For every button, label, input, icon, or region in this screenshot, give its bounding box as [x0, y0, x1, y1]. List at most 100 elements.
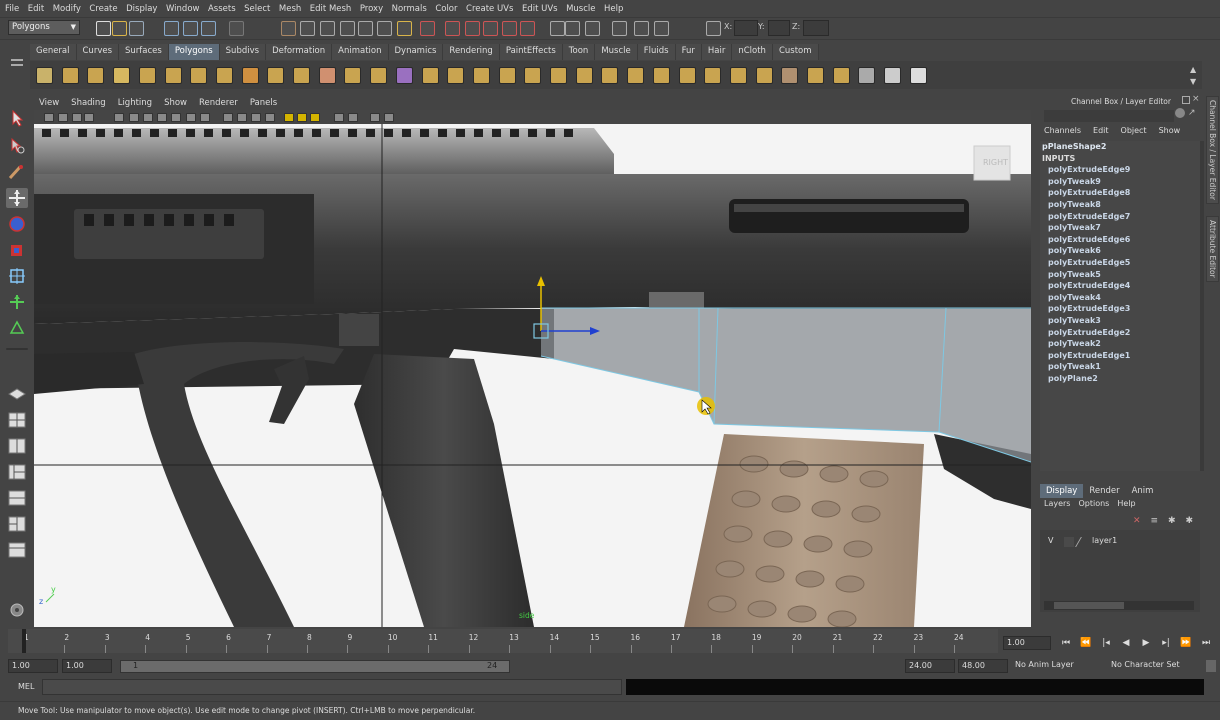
menu-assets[interactable]: Assets — [208, 4, 236, 14]
split-icon[interactable] — [550, 67, 567, 84]
menu-edit-mesh[interactable]: Edit Mesh — [310, 4, 352, 14]
rotate-tool-icon[interactable] — [6, 214, 28, 234]
shelf-scroll-down-icon[interactable]: ▼ — [1190, 77, 1196, 86]
start-time-field[interactable]: 1.00 — [8, 659, 58, 673]
shelf-tab-animation[interactable]: Animation — [332, 44, 389, 60]
poly-plane-icon[interactable] — [138, 67, 156, 84]
poly-cone-icon[interactable] — [113, 67, 131, 84]
save-scene-icon[interactable] — [129, 21, 144, 36]
auto-map-icon[interactable] — [858, 67, 876, 84]
poly-torus-icon[interactable] — [164, 67, 182, 84]
single-view-layout-icon[interactable] — [6, 384, 28, 404]
poly-sphere-icon[interactable] — [36, 67, 53, 84]
outliner-layout-icon[interactable] — [6, 462, 28, 482]
high-quality-icon[interactable] — [310, 113, 320, 122]
field-chart-icon[interactable] — [171, 113, 181, 122]
shelf-tab-custom[interactable]: Custom — [772, 44, 819, 60]
menu-edit-uvs[interactable]: Edit UVs — [522, 4, 558, 14]
xray-joints-icon[interactable] — [370, 113, 380, 122]
character-set-dropdown[interactable]: No Character Set — [1108, 659, 1202, 673]
absolute-transform-icon[interactable] — [706, 21, 721, 36]
mel-label[interactable]: MEL — [18, 682, 34, 691]
paint-select-icon[interactable] — [6, 162, 28, 182]
make-live-icon[interactable] — [358, 21, 373, 36]
history-node[interactable]: polyExtrudeEdge3 — [1040, 303, 1200, 315]
go-to-start-icon[interactable]: ⏮ — [1060, 637, 1072, 649]
panel-menu-renderer[interactable]: Renderer — [199, 98, 238, 108]
shelf-tab-hair[interactable]: Hair — [701, 44, 733, 60]
side-tab-attribute-editor[interactable]: Attribute Editor — [1206, 216, 1219, 282]
outliner-toggle-icon[interactable] — [654, 21, 669, 36]
side-viewport[interactable]: RIGHT side y z — [34, 124, 1031, 627]
layer-menu-layers[interactable]: Layers — [1044, 499, 1070, 511]
shelf-tab-rendering[interactable]: Rendering — [443, 44, 500, 60]
panel-menu-shading[interactable]: Shading — [71, 98, 106, 108]
step-forward-key-icon[interactable]: ⏩ — [1180, 637, 1192, 649]
layer-scrollbar[interactable] — [1044, 601, 1194, 610]
shelf-tab-painteffects[interactable]: PaintEffects — [499, 44, 563, 60]
shelf-menu-icon[interactable] — [9, 45, 25, 85]
menu-mesh[interactable]: Mesh — [279, 4, 301, 14]
snap-curve-icon[interactable] — [300, 21, 315, 36]
shelf-tab-polygons[interactable]: Polygons — [168, 44, 220, 60]
step-back-key-icon[interactable]: ⏪ — [1080, 637, 1092, 649]
current-time-marker[interactable] — [22, 629, 26, 653]
sidebar-toggle-icon[interactable] — [550, 21, 565, 36]
history-node[interactable]: polyExtrudeEdge1 — [1040, 350, 1200, 362]
camera-attr-icon[interactable] — [58, 113, 68, 122]
anim-layer-dropdown[interactable]: No Anim Layer — [1012, 659, 1104, 673]
poly-pipe-icon[interactable] — [215, 67, 233, 84]
shelf-tab-ncloth[interactable]: nCloth — [732, 44, 773, 60]
checker-icon[interactable] — [909, 67, 927, 84]
wireframe-on-shaded-icon[interactable] — [251, 113, 261, 122]
layer-stack-icon[interactable]: ≡ — [1150, 516, 1158, 528]
collapse-icon[interactable] — [652, 67, 670, 84]
layer-tab-render[interactable]: Render — [1083, 484, 1125, 498]
history-node[interactable]: polyExtrudeEdge4 — [1040, 280, 1200, 292]
resolution-gate-icon[interactable] — [143, 113, 153, 122]
safe-title-icon[interactable] — [200, 113, 210, 122]
shelf-tab-muscle[interactable]: Muscle — [595, 44, 638, 60]
side-tab-channel-box[interactable]: Channel Box / Layer Editor — [1206, 96, 1219, 204]
menu-display[interactable]: Display — [126, 4, 157, 14]
new-layer-selected-icon[interactable]: ✱ — [1185, 516, 1193, 528]
step-back-frame-icon[interactable]: |◂ — [1100, 637, 1112, 649]
shelf-tab-toon[interactable]: Toon — [562, 44, 596, 60]
playback-start-field[interactable]: 1.00 — [62, 659, 112, 673]
move-tool-icon[interactable] — [6, 188, 28, 208]
poly-prism-icon[interactable] — [190, 67, 208, 84]
four-view-layout-icon[interactable] — [6, 410, 28, 430]
menu-create-uvs[interactable]: Create UVs — [466, 4, 513, 14]
render-icon[interactable] — [420, 21, 435, 36]
open-scene-icon[interactable] — [112, 21, 127, 36]
history-node[interactable]: polyTweak5 — [1040, 269, 1200, 281]
history-node[interactable]: polyExtrudeEdge7 — [1040, 211, 1200, 223]
triangulate-icon[interactable] — [704, 67, 722, 84]
bridge-icon[interactable] — [498, 67, 516, 84]
auto-key-button[interactable] — [1206, 660, 1216, 672]
shelf-tab-surfaces[interactable]: Surfaces — [119, 44, 169, 60]
channel-menu-object[interactable]: Object — [1121, 126, 1147, 138]
shelf-tab-fluids[interactable]: Fluids — [637, 44, 676, 60]
grid-toggle-icon[interactable] — [114, 113, 124, 122]
current-frame-field[interactable]: 1.00 — [1003, 636, 1051, 650]
menu-window[interactable]: Window — [166, 4, 200, 14]
poly-platonic-icon[interactable] — [293, 67, 310, 84]
textured-icon[interactable] — [265, 113, 275, 122]
scale-tool-icon[interactable] — [6, 240, 28, 260]
uv-editor-icon[interactable] — [884, 67, 902, 84]
outliner-persp-icon[interactable] — [6, 540, 28, 560]
menu-file[interactable]: File — [5, 4, 19, 14]
hypershade-layout-icon[interactable] — [6, 514, 28, 534]
new-layer-icon[interactable]: ✱ — [1168, 516, 1176, 528]
shelf-tab-general[interactable]: General — [30, 44, 77, 60]
show-channel-box-icon[interactable] — [502, 21, 517, 36]
universal-manip-icon[interactable] — [6, 266, 28, 286]
delete-layer-icon[interactable]: ✕ — [1133, 516, 1141, 528]
snap-point-icon[interactable] — [320, 21, 335, 36]
side-view-layout-icon[interactable] — [6, 436, 28, 456]
menu-proxy[interactable]: Proxy — [360, 4, 383, 14]
history-icon[interactable] — [377, 21, 392, 36]
select-camera-icon[interactable] — [44, 113, 54, 122]
channel-box-pick-icon[interactable]: ↗ — [1188, 108, 1198, 118]
